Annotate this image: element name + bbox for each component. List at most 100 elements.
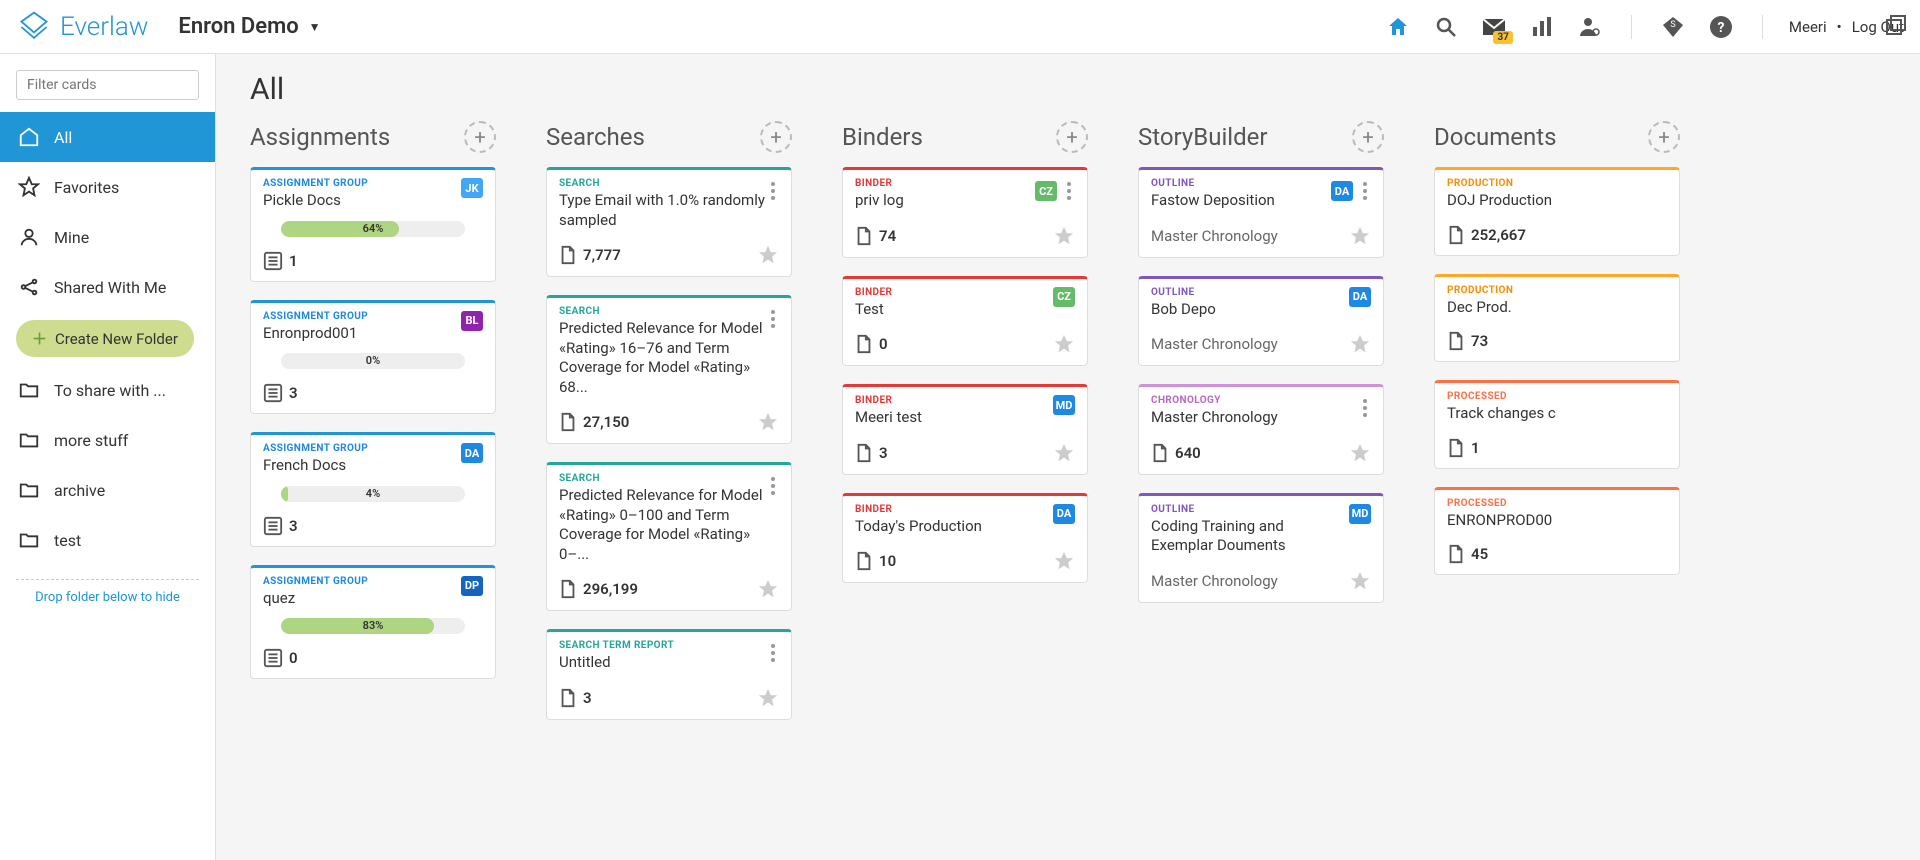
tag-icon[interactable]: S bbox=[1660, 14, 1686, 40]
card-count: 3 bbox=[263, 383, 298, 403]
star-icon[interactable] bbox=[1349, 333, 1371, 355]
add-button[interactable]: + bbox=[1056, 121, 1088, 153]
card-count: 1 bbox=[263, 251, 298, 271]
card-title: Untitled bbox=[559, 653, 674, 673]
card[interactable]: ASSIGNMENT GROUPquezDP83%0 bbox=[250, 565, 496, 680]
svg-text:?: ? bbox=[1717, 20, 1724, 36]
mail-icon[interactable]: 37 bbox=[1481, 14, 1507, 40]
card-menu[interactable] bbox=[1359, 178, 1371, 204]
card-count: 0 bbox=[263, 648, 298, 668]
add-button[interactable]: + bbox=[1352, 121, 1384, 153]
card[interactable]: CHRONOLOGYMaster Chronology640 bbox=[1138, 384, 1384, 475]
column-documents: Documents+PRODUCTIONDOJ Production252,66… bbox=[1434, 121, 1680, 720]
home-icon[interactable] bbox=[1385, 14, 1411, 40]
card[interactable]: BINDERToday's ProductionDA10 bbox=[842, 493, 1088, 584]
sidebar-item-mine[interactable]: Mine bbox=[0, 212, 215, 262]
card[interactable]: SEARCHPredicted Relevance for Model «Rat… bbox=[546, 462, 792, 611]
star-icon[interactable] bbox=[1349, 442, 1371, 464]
card-subtitle: Master Chronology bbox=[1151, 335, 1278, 353]
create-folder-button[interactable]: ＋ Create New Folder bbox=[16, 320, 194, 357]
avatar-badge: DP bbox=[461, 576, 483, 596]
card-menu[interactable] bbox=[767, 306, 779, 332]
star-icon[interactable] bbox=[1053, 333, 1075, 355]
star-icon[interactable] bbox=[1053, 225, 1075, 247]
card[interactable]: OUTLINEFastow DepositionDAMaster Chronol… bbox=[1138, 167, 1384, 258]
card-type: PROCESSED bbox=[1447, 498, 1552, 509]
project-selector[interactable]: Enron Demo ▼ bbox=[178, 14, 320, 39]
star-icon[interactable] bbox=[1349, 570, 1371, 592]
card-menu[interactable] bbox=[767, 473, 779, 499]
card-count: 1 bbox=[1447, 438, 1480, 458]
username[interactable]: Meeri bbox=[1789, 18, 1827, 36]
add-button[interactable]: + bbox=[464, 121, 496, 153]
help-icon[interactable]: ? bbox=[1708, 14, 1734, 40]
logo[interactable]: Everlaw bbox=[16, 9, 148, 45]
add-button[interactable]: + bbox=[1648, 121, 1680, 153]
card[interactable]: BINDERTestCZ0 bbox=[842, 276, 1088, 367]
card[interactable]: PRODUCTIONDOJ Production252,667 bbox=[1434, 167, 1680, 256]
analytics-icon[interactable] bbox=[1529, 14, 1555, 40]
avatar-badge: MD bbox=[1349, 504, 1371, 524]
star-icon[interactable] bbox=[757, 244, 779, 266]
star-icon[interactable] bbox=[757, 411, 779, 433]
card[interactable]: BINDERpriv logCZ74 bbox=[842, 167, 1088, 258]
card-menu[interactable] bbox=[767, 178, 779, 204]
sidebar-folder[interactable]: test bbox=[0, 515, 215, 565]
sidebar-item-favorites[interactable]: Favorites bbox=[0, 162, 215, 212]
card-title: ENRONPROD00 bbox=[1447, 511, 1552, 531]
card[interactable]: SEARCHType Email with 1.0% randomly samp… bbox=[546, 167, 792, 277]
card[interactable]: ASSIGNMENT GROUPPickle DocsJK64%1 bbox=[250, 167, 496, 282]
card-count: 10 bbox=[855, 551, 896, 571]
card-type: SEARCH TERM REPORT bbox=[559, 640, 674, 651]
card-menu[interactable] bbox=[1063, 178, 1075, 204]
star-icon[interactable] bbox=[1349, 225, 1371, 247]
card[interactable]: OUTLINECoding Training and Exemplar Doum… bbox=[1138, 493, 1384, 603]
card-type: BINDER bbox=[855, 178, 904, 189]
card[interactable]: PROCESSEDENRONPROD0045 bbox=[1434, 487, 1680, 576]
card-type: ASSIGNMENT GROUP bbox=[263, 311, 368, 322]
plus-icon: ＋ bbox=[32, 328, 47, 349]
column-storybuilder: StoryBuilder+OUTLINEFastow DepositionDAM… bbox=[1138, 121, 1384, 720]
card-title: Track changes c bbox=[1447, 404, 1556, 424]
header-icons: 37 S ? bbox=[1385, 14, 1769, 40]
column-binders: Binders+BINDERpriv logCZ74BINDERTestCZ0B… bbox=[842, 121, 1088, 720]
sidebar-folder[interactable]: To share with ... bbox=[0, 365, 215, 415]
card[interactable]: ASSIGNMENT GROUPEnronprod001BL0%3 bbox=[250, 300, 496, 415]
star-icon[interactable] bbox=[1053, 442, 1075, 464]
card[interactable]: ASSIGNMENT GROUPFrench DocsDA4%3 bbox=[250, 432, 496, 547]
user-settings-icon[interactable] bbox=[1577, 14, 1603, 40]
card-subtitle: Master Chronology bbox=[1151, 572, 1278, 590]
divider bbox=[1631, 15, 1632, 39]
sidebar-item-all[interactable]: All bbox=[0, 112, 215, 162]
card-type: BINDER bbox=[855, 504, 982, 515]
card[interactable]: OUTLINEBob DepoDAMaster Chronology bbox=[1138, 276, 1384, 367]
card-type: CHRONOLOGY bbox=[1151, 395, 1278, 406]
sidebar-folder[interactable]: archive bbox=[0, 465, 215, 515]
sidebar-item-shared-with-me[interactable]: Shared With Me bbox=[0, 262, 215, 312]
card[interactable]: BINDERMeeri testMD3 bbox=[842, 384, 1088, 475]
logo-icon bbox=[16, 9, 52, 45]
content: All Assignments+ASSIGNMENT GROUPPickle D… bbox=[216, 54, 1920, 860]
card[interactable]: SEARCHPredicted Relevance for Model «Rat… bbox=[546, 295, 792, 444]
card-type: PRODUCTION bbox=[1447, 285, 1513, 296]
add-button[interactable]: + bbox=[760, 121, 792, 153]
card[interactable]: SEARCH TERM REPORTUntitled3 bbox=[546, 629, 792, 720]
sidebar-folder[interactable]: more stuff bbox=[0, 415, 215, 465]
star-icon[interactable] bbox=[1053, 550, 1075, 572]
card-menu[interactable] bbox=[1359, 395, 1371, 421]
avatar-badge: DA bbox=[1053, 504, 1075, 524]
card-count: 74 bbox=[855, 226, 896, 246]
card[interactable]: PRODUCTIONDec Prod.73 bbox=[1434, 274, 1680, 363]
avatar-badge: BL bbox=[461, 311, 483, 331]
star-icon[interactable] bbox=[757, 687, 779, 709]
star-icon[interactable] bbox=[757, 578, 779, 600]
card-menu[interactable] bbox=[767, 640, 779, 666]
sidebar-item-label: Favorites bbox=[54, 178, 119, 197]
card-type: BINDER bbox=[855, 287, 892, 298]
card-count: 3 bbox=[263, 516, 298, 536]
column-title: Assignments bbox=[250, 123, 390, 151]
search-icon[interactable] bbox=[1433, 14, 1459, 40]
card[interactable]: PROCESSEDTrack changes c1 bbox=[1434, 380, 1680, 469]
card-title: Enronprod001 bbox=[263, 324, 368, 344]
filter-cards-input[interactable] bbox=[16, 70, 199, 100]
